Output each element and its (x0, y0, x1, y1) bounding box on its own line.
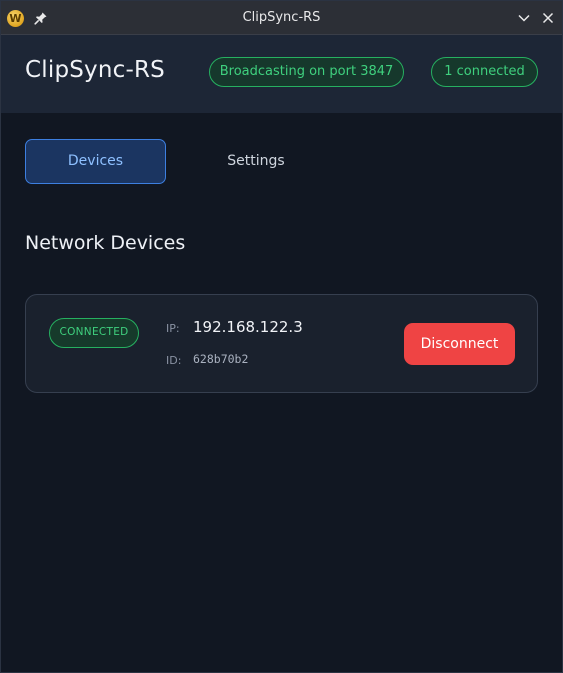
broadcast-status-badge: Broadcasting on port 3847 (209, 57, 404, 87)
app-window: W ClipSync-RS ClipSync-RS Broadcasting o… (0, 0, 563, 673)
id-label: ID: (166, 354, 182, 367)
title-bar[interactable]: W ClipSync-RS (1, 1, 562, 35)
window-title: ClipSync-RS (242, 10, 321, 25)
ip-value: 192.168.122.3 (193, 318, 303, 336)
disconnect-button[interactable]: Disconnect (404, 323, 515, 365)
app-header: ClipSync-RS Broadcasting on port 3847 1 … (1, 35, 562, 113)
chevron-down-icon[interactable] (517, 11, 531, 25)
tab-devices[interactable]: Devices (25, 139, 166, 184)
tab-settings[interactable]: Settings (186, 139, 326, 184)
close-icon[interactable] (541, 11, 555, 25)
id-value: 628b70b2 (193, 352, 249, 366)
section-title: Network Devices (25, 232, 186, 254)
ip-label: IP: (166, 322, 180, 335)
connection-count-badge: 1 connected (431, 57, 538, 87)
status-badge: CONNECTED (49, 318, 139, 348)
device-card: CONNECTED IP: 192.168.122.3 ID: 628b70b2… (25, 294, 538, 393)
app-title: ClipSync-RS (25, 57, 165, 83)
